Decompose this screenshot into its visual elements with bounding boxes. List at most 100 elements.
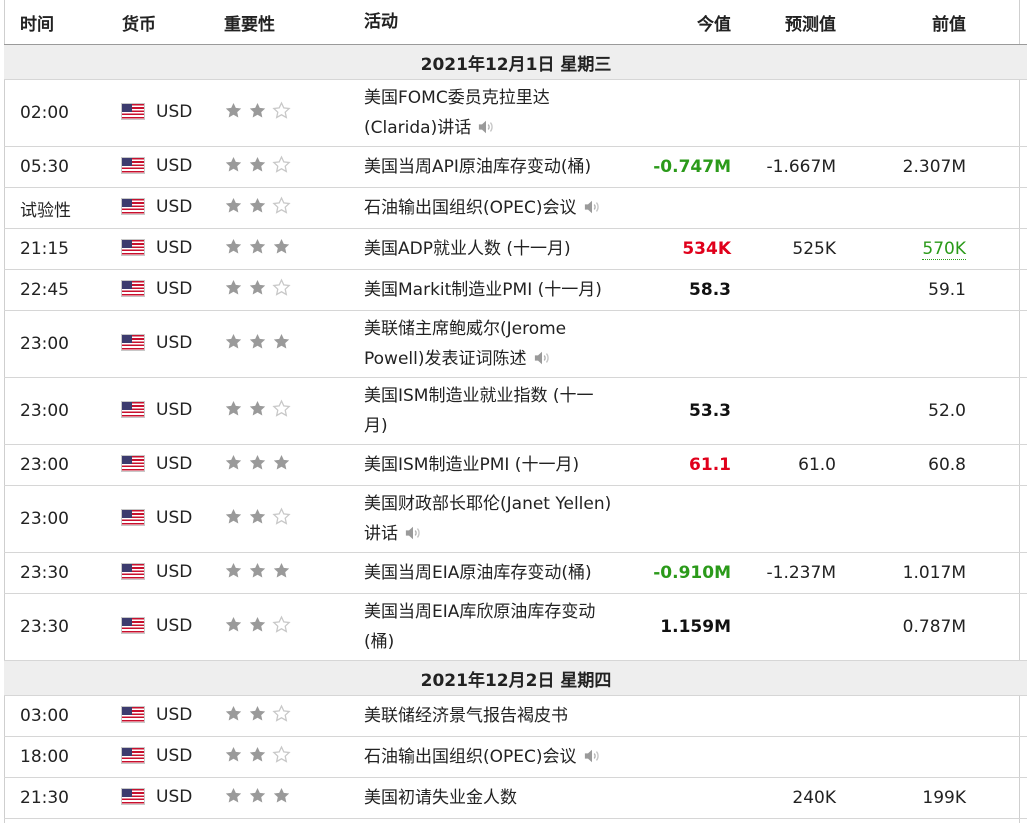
event-name-cell[interactable]: 美国当周EIA原油库存变动(桶) xyxy=(364,552,626,594)
event-name-cell[interactable]: 石油输出国组织(OPEC)会议 xyxy=(364,736,626,778)
event-forecast xyxy=(731,269,836,311)
calendar-body: 2021年12月1日 星期三 02:00 USD 美国FOMC委员克拉里达 (Clari… xyxy=(4,44,1027,819)
event-name-cell[interactable]: 美国财政部长耶伦(Janet Yellen) 讲话 xyxy=(364,485,626,553)
speaker-icon xyxy=(534,351,549,365)
event-previous-cell: 570K xyxy=(836,228,1027,270)
star-filled-icon xyxy=(273,238,290,254)
star-filled-icon xyxy=(225,238,242,254)
event-forecast: 240K xyxy=(731,777,836,819)
event-previous-cell xyxy=(836,79,1027,147)
stars-group xyxy=(224,615,291,634)
star-outline-icon xyxy=(272,704,291,722)
event-name-cell[interactable]: 美国当周API原油库存变动(桶) xyxy=(364,146,626,188)
header-previous[interactable]: 前值 xyxy=(836,0,1027,45)
event-actual-cell xyxy=(626,310,731,378)
event-name-cell[interactable]: 美联储经济景气报告褐皮书 xyxy=(364,695,626,737)
event-previous-cell xyxy=(836,736,1027,778)
header-actual[interactable]: 今值 xyxy=(626,0,731,45)
event-name-cell[interactable]: 美国ISM制造业就业指数 (十一 月) xyxy=(364,377,626,445)
currency-wrap: USD xyxy=(122,279,192,299)
date-row: 2021年12月1日 星期三 xyxy=(4,44,1027,80)
star-filled-icon xyxy=(249,400,266,416)
event-name-line[interactable]: 月) xyxy=(364,416,388,436)
star-filled-icon xyxy=(249,156,266,172)
event-name-line[interactable]: 石油输出国组织(OPEC)会议 xyxy=(364,747,577,767)
currency-wrap: USD xyxy=(122,197,192,217)
event-currency-cell: USD xyxy=(122,736,224,778)
event-name-cell[interactable]: 美国当周EIA库欣原油库存变动 (桶) xyxy=(364,593,626,661)
event-previous-cell: 1.017M xyxy=(836,552,1027,594)
event-time: 18:00 xyxy=(4,736,122,778)
event-row[interactable]: 试验性 USD 石油输出国组织(OPEC)会议 xyxy=(4,187,1027,229)
header-event[interactable]: 活动 xyxy=(364,0,626,45)
event-actual-cell xyxy=(626,79,731,147)
event-previous-cell xyxy=(836,695,1027,737)
event-forecast: -1.237M xyxy=(731,552,836,594)
event-name-line[interactable]: 美联储经济景气报告褐皮书 xyxy=(364,706,568,726)
event-row[interactable]: 23:00 USD 美国财政部长耶伦(Janet Yellen) 讲话 xyxy=(4,485,1027,553)
event-name-line[interactable]: 美国ISM制造业PMI (十一月) xyxy=(364,455,579,475)
event-name-line[interactable]: 美国FOMC委员克拉里达 xyxy=(364,88,550,108)
event-actual-cell xyxy=(626,695,731,737)
star-filled-icon xyxy=(273,787,290,803)
speaker-icon xyxy=(584,749,599,763)
header-time[interactable]: 时间 xyxy=(4,0,122,45)
header-importance[interactable]: 重要性 xyxy=(224,0,364,45)
actual-value: -0.747M xyxy=(653,157,731,177)
event-name-line[interactable]: 美国当周EIA库欣原油库存变动 xyxy=(364,602,595,622)
event-name-line[interactable]: 美国Markit制造业PMI (十一月) xyxy=(364,280,602,300)
star-outline-icon xyxy=(272,745,291,763)
us-flag-icon xyxy=(122,240,144,256)
star-outline-icon xyxy=(272,155,291,173)
speaker-icon xyxy=(584,200,599,214)
star-filled-icon xyxy=(225,279,242,295)
event-name-line[interactable]: 美国ADP就业人数 (十一月) xyxy=(364,239,571,259)
event-name-cell[interactable]: 美联储主席鲍威尔(Jerome Powell)发表证词陈述 xyxy=(364,310,626,378)
currency-wrap: USD xyxy=(122,787,192,807)
event-name-line[interactable]: 美联储主席鲍威尔(Jerome xyxy=(364,319,566,339)
event-name-line[interactable]: (桶) xyxy=(364,632,394,652)
event-row[interactable]: 03:00 USD 美联储经济景气报告褐皮书 xyxy=(4,695,1027,737)
event-row[interactable]: 23:00 USD 美国ISM制造业就业指数 (十一 月) 53.3 52.0 xyxy=(4,377,1027,445)
star-filled-icon xyxy=(225,197,242,213)
star-filled-icon xyxy=(225,746,242,762)
event-name-line[interactable]: 石油输出国组织(OPEC)会议 xyxy=(364,198,577,218)
event-actual-cell xyxy=(626,485,731,553)
event-row[interactable]: 21:30 USD 美国初请失业金人数 240K 199K xyxy=(4,777,1027,819)
event-name-line[interactable]: 讲话 xyxy=(364,524,398,544)
star-filled-icon xyxy=(249,508,266,524)
event-row[interactable]: 23:00 USD 美国ISM制造业PMI (十一月) 61.1 61.0 60.8 xyxy=(4,444,1027,486)
event-time: 试验性 xyxy=(4,187,122,229)
previous-value[interactable]: 570K xyxy=(922,239,966,260)
event-row[interactable]: 18:00 USD 石油输出国组织(OPEC)会议 xyxy=(4,736,1027,778)
event-name-cell[interactable]: 美国ISM制造业PMI (十一月) xyxy=(364,444,626,486)
event-name-cell[interactable]: 美国ADP就业人数 (十一月) xyxy=(364,228,626,270)
event-row[interactable]: 21:15 USD 美国ADP就业人数 (十一月) 534K 525K 570K xyxy=(4,228,1027,270)
event-row[interactable]: 23:00 USD 美联储主席鲍威尔(Jerome Powell)发表证词陈述 xyxy=(4,310,1027,378)
event-forecast xyxy=(731,485,836,553)
event-name-cell[interactable]: 美国FOMC委员克拉里达 (Clarida)讲话 xyxy=(364,79,626,147)
event-name-line[interactable]: 美国当周EIA原油库存变动(桶) xyxy=(364,563,592,583)
event-name-line[interactable]: 美国初请失业金人数 xyxy=(364,788,517,808)
event-name-cell[interactable]: 石油输出国组织(OPEC)会议 xyxy=(364,187,626,229)
event-row[interactable]: 23:30 USD 美国当周EIA库欣原油库存变动 (桶) 1.159M 0.787M xyxy=(4,593,1027,661)
event-name-line[interactable]: (Clarida)讲话 xyxy=(364,118,471,138)
event-row[interactable]: 02:00 USD 美国FOMC委员克拉里达 (Clarida)讲话 xyxy=(4,79,1027,147)
event-time: 23:30 xyxy=(4,593,122,661)
header-forecast[interactable]: 预测值 xyxy=(731,0,836,45)
event-name-line[interactable]: 美国财政部长耶伦(Janet Yellen) xyxy=(364,494,611,514)
event-row[interactable]: 22:45 USD 美国Markit制造业PMI (十一月) 58.3 59.1 xyxy=(4,269,1027,311)
event-currency-cell: USD xyxy=(122,146,224,188)
star-filled-icon xyxy=(225,705,242,721)
event-name-cell[interactable]: 美国Markit制造业PMI (十一月) xyxy=(364,269,626,311)
event-row[interactable]: 05:30 USD 美国当周API原油库存变动(桶) -0.747M -1.667M 2.… xyxy=(4,146,1027,188)
importance-stars xyxy=(224,736,364,778)
header-currency[interactable]: 货币 xyxy=(122,0,224,45)
event-name-cell[interactable]: 美国初请失业金人数 xyxy=(364,777,626,819)
event-name-line[interactable]: 美国当周API原油库存变动(桶) xyxy=(364,157,591,177)
actual-value: 534K xyxy=(682,239,731,259)
event-name-line[interactable]: 美国ISM制造业就业指数 (十一 xyxy=(364,386,594,406)
star-filled-icon xyxy=(273,454,290,470)
event-row[interactable]: 23:30 USD 美国当周EIA原油库存变动(桶) -0.910M -1.237M 1.… xyxy=(4,552,1027,594)
event-name-line[interactable]: Powell)发表证词陈述 xyxy=(364,349,527,369)
